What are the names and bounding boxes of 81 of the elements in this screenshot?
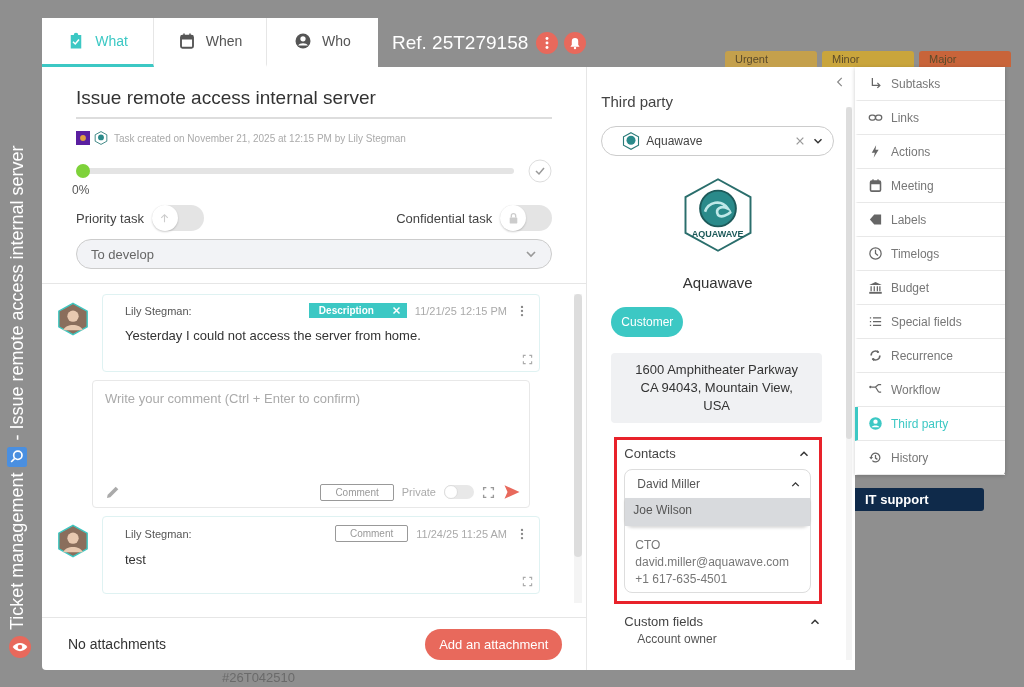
list-icon: [868, 314, 883, 329]
side-menu-item[interactable]: Recurrence: [855, 339, 1005, 373]
address-line: CA 94043, Mountain View,: [639, 379, 794, 397]
more-icon[interactable]: [536, 31, 559, 54]
side-menu-item[interactable]: Budget: [855, 271, 1005, 305]
team-tag: IT support: [855, 488, 984, 511]
priority-tag: Minor: [822, 51, 914, 67]
comment-author: Lily Stegman:: [125, 527, 193, 540]
scrollbar[interactable]: [574, 294, 583, 603]
complete-check-icon[interactable]: [528, 159, 553, 183]
comment-text: Yesterday I could not access the server from home.: [125, 328, 422, 343]
app-logo-icon: [76, 131, 90, 145]
panel-heading: Third party: [601, 93, 675, 110]
progress-value: 0%: [72, 183, 91, 197]
company-logo-icon: [94, 131, 108, 145]
comment-author: Lily Stegman:: [125, 304, 193, 317]
side-menu-item[interactable]: Meeting: [855, 169, 1005, 203]
side-menu-item[interactable]: Special fields: [855, 305, 1005, 339]
priority-tag: Urgent: [725, 51, 817, 67]
comment-editor[interactable]: Write your comment (Ctrl + Enter to confirm) Comment Private: [92, 380, 530, 508]
person-icon: [868, 416, 883, 431]
field-label: Account owner: [637, 632, 718, 647]
slider-handle[interactable]: [76, 164, 90, 178]
comment-time: 11/24/25 11:25 AM: [416, 527, 507, 540]
company-name: Aquawave: [681, 274, 754, 291]
search-icon: [7, 446, 27, 467]
side-menu-item[interactable]: Actions: [855, 135, 1005, 169]
company-logo-icon: [622, 132, 641, 150]
dropdown-option[interactable]: Joe Wilson: [625, 498, 810, 526]
attachments-status: No attachments: [68, 636, 167, 652]
company-logo: AQUAWAVE: [678, 172, 757, 258]
clock-icon: [868, 246, 883, 261]
comment-time: 11/21/25 12:15 PM: [414, 304, 507, 317]
address-line: 1600 Amphitheater Parkway: [634, 361, 799, 379]
section-heading: Custom fields: [624, 614, 704, 629]
contact-detail: david.miller@aquawave.com: [635, 554, 790, 571]
cycle-icon: [868, 348, 883, 363]
expand-icon[interactable]: [522, 576, 533, 587]
bank-icon: [868, 280, 883, 295]
task-reference: Ref. 25T279158: [392, 31, 529, 54]
side-menu-item[interactable]: Workflow: [855, 373, 1005, 407]
history-icon: [868, 450, 883, 465]
scrollbar[interactable]: [846, 107, 852, 660]
toggle-switch[interactable]: [500, 205, 553, 231]
private-label: Private: [401, 486, 436, 498]
clear-icon[interactable]: [795, 136, 805, 146]
side-menu-item[interactable]: History: [855, 441, 1005, 475]
calendar-icon: [868, 178, 883, 193]
bell-icon[interactable]: [564, 31, 587, 54]
status-dropdown[interactable]: To develop: [76, 239, 553, 269]
address-line: USA: [702, 397, 732, 415]
avatar: [56, 302, 90, 336]
label-icon: [868, 212, 883, 227]
person-icon: [293, 32, 312, 50]
page-title: - Issue remote access internal server: [6, 145, 28, 441]
toggle-label: Priority task: [76, 210, 144, 226]
expand-icon[interactable]: [522, 354, 533, 365]
comment-text: test: [125, 552, 147, 567]
private-toggle[interactable]: [444, 485, 474, 499]
side-menu-item[interactable]: Labels: [855, 203, 1005, 237]
progress-slider[interactable]: [76, 164, 515, 178]
contact-detail: CTO: [635, 537, 662, 554]
avatar: [56, 524, 90, 558]
side-menu-item[interactable]: Timelogs: [855, 237, 1005, 271]
toggle-switch[interactable]: [151, 205, 204, 231]
section-heading: Contacts: [624, 446, 676, 461]
priority-tag: Major: [919, 51, 1011, 67]
comment-type-tag[interactable]: Comment: [334, 525, 409, 542]
close-icon: [391, 306, 401, 315]
task-created-text: Task created on November 21, 2025 at 12:15 PM by Lily Stegman: [114, 132, 406, 144]
side-menu-item[interactable]: Subtasks: [855, 67, 1005, 101]
page-title: Ticket management: [6, 472, 28, 630]
calendar-icon: [177, 32, 196, 50]
customer-tag: Customer: [611, 307, 684, 337]
comment-type-tag[interactable]: Comment: [320, 483, 394, 501]
expand-icon[interactable]: [482, 485, 495, 499]
toggle-label: Confidential task: [396, 210, 493, 226]
side-menu-item[interactable]: Links: [855, 101, 1005, 135]
eye-icon[interactable]: [9, 636, 31, 658]
add-attachment-button[interactable]: Add an attachment: [425, 628, 563, 660]
contact-detail: +1 617-635-4501: [635, 571, 729, 588]
